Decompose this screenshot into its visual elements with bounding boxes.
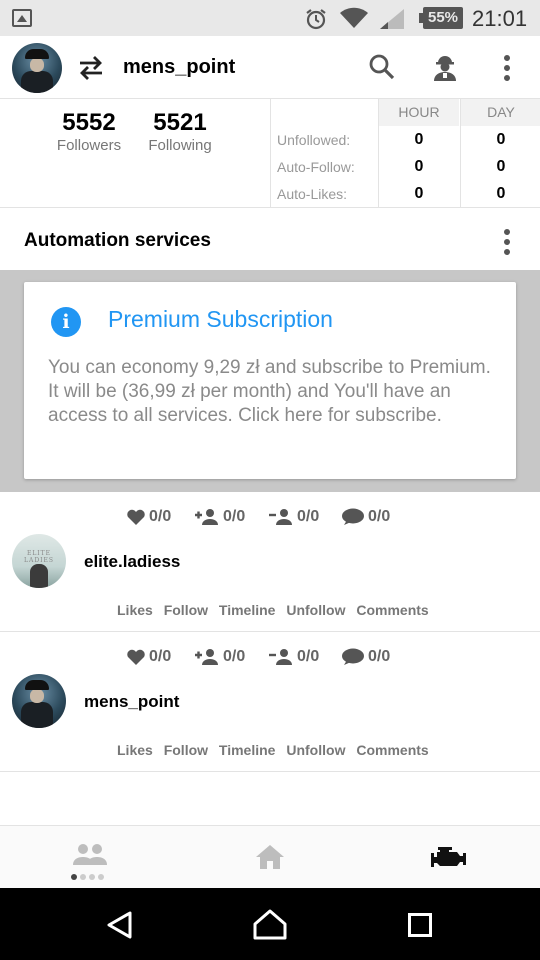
unfollow-link[interactable]: Unfollow	[286, 602, 345, 618]
following-count: 5521	[153, 109, 207, 136]
row-label-auto-likes: Auto-Likes:	[277, 186, 348, 202]
add-person-icon	[195, 509, 218, 525]
comments-value: 0/0	[368, 648, 391, 665]
remove-person-icon	[269, 509, 292, 525]
timeline-link[interactable]: Timeline	[219, 742, 276, 758]
auto-likes-hour: 0	[414, 185, 424, 202]
account-avatar[interactable]: ELITE LADIES	[12, 534, 66, 588]
following-label: Following	[148, 137, 212, 154]
follow-value: 0/0	[223, 508, 246, 525]
account-actions: Likes Follow Timeline Unfollow Comments	[117, 742, 436, 758]
unfollow-count: 0/0	[268, 646, 319, 668]
status-time: 21:01	[472, 6, 528, 31]
home-icon[interactable]	[255, 844, 285, 870]
account-username: mens_point	[84, 692, 180, 711]
swap-icon[interactable]	[76, 54, 106, 82]
follow-count: 0/0	[194, 646, 245, 668]
unfollow-value: 0/0	[297, 648, 320, 665]
unfollow-value: 0/0	[297, 508, 320, 525]
follow-link[interactable]: Follow	[164, 742, 208, 758]
comment-icon	[342, 648, 364, 665]
system-nav-bar	[0, 888, 540, 960]
comments-count: 0/0	[341, 646, 390, 668]
likes-value: 0/0	[149, 508, 172, 525]
likes-count: 0/0	[126, 646, 171, 668]
likes-link[interactable]: Likes	[117, 602, 153, 618]
automation-header: Automation services	[0, 208, 540, 270]
account-actions: Likes Follow Timeline Unfollow Comments	[117, 602, 436, 618]
home-button-icon[interactable]	[252, 908, 288, 940]
people-icon[interactable]	[72, 843, 108, 867]
recent-apps-icon[interactable]	[408, 913, 432, 937]
row-label-unfollowed: Unfollowed:	[277, 132, 351, 148]
alarm-icon	[306, 9, 326, 30]
automation-title: Automation services	[24, 230, 211, 251]
unfollow-count: 0/0	[268, 506, 319, 528]
follow-count: 0/0	[194, 506, 245, 528]
bottom-nav	[0, 825, 540, 888]
heart-icon	[127, 509, 145, 525]
likes-value: 0/0	[149, 648, 172, 665]
account-row: 0/0 0/0 0/0 0/0 ELITE LADIES elite.ladie…	[0, 492, 540, 632]
likes-link[interactable]: Likes	[117, 742, 153, 758]
account-counts: 0/0 0/0 0/0 0/0	[0, 506, 540, 528]
battery-indicator: 55%	[419, 7, 463, 29]
comments-count: 0/0	[341, 506, 390, 528]
worker-icon[interactable]	[430, 52, 460, 82]
comments-link[interactable]: Comments	[356, 602, 428, 618]
wifi-icon	[340, 7, 368, 28]
unfollowed-hour: 0	[414, 131, 424, 148]
automation-more-icon[interactable]	[500, 227, 514, 257]
comment-icon	[342, 508, 364, 525]
signal-icon	[380, 9, 404, 29]
row-label-auto-follow: Auto-Follow:	[277, 159, 355, 175]
auto-follow-hour: 0	[414, 158, 424, 175]
comments-value: 0/0	[368, 508, 391, 525]
status-bar: 55% 21:01	[0, 0, 540, 36]
profile-avatar[interactable]	[12, 43, 62, 93]
account-counts: 0/0 0/0 0/0 0/0	[0, 646, 540, 668]
premium-text: You can economy 9,29 zł and subscribe to…	[48, 357, 491, 426]
premium-band: i Premium Subscription You can economy 9…	[0, 270, 540, 492]
followers-label: Followers	[56, 137, 122, 154]
followers-count: 5552	[62, 109, 116, 136]
follow-link[interactable]: Follow	[164, 602, 208, 618]
account-avatar[interactable]	[12, 674, 66, 728]
heart-icon	[127, 649, 145, 665]
premium-title: Premium Subscription	[108, 306, 333, 332]
page-indicator	[71, 874, 104, 880]
unfollow-link[interactable]: Unfollow	[286, 742, 345, 758]
column-header-hour: HOUR	[379, 99, 459, 126]
timeline-link[interactable]: Timeline	[219, 602, 276, 618]
account-username: mens_point	[123, 56, 236, 78]
follow-value: 0/0	[223, 648, 246, 665]
avatar-logo-text: ELITE LADIES	[24, 550, 54, 564]
search-icon[interactable]	[368, 53, 396, 81]
info-icon: i	[51, 307, 81, 337]
gallery-notification-icon	[12, 9, 32, 27]
auto-likes-day: 0	[496, 185, 506, 202]
auto-follow-day: 0	[496, 158, 506, 175]
account-username: elite.ladiess	[84, 552, 181, 571]
engine-icon[interactable]	[430, 844, 468, 870]
comments-link[interactable]: Comments	[356, 742, 428, 758]
add-person-icon	[195, 649, 218, 665]
account-row: 0/0 0/0 0/0 0/0 mens_point Likes Follow …	[0, 632, 540, 772]
stats-divider	[270, 99, 271, 207]
premium-card[interactable]: i Premium Subscription You can economy 9…	[24, 282, 516, 479]
back-icon[interactable]	[105, 910, 135, 940]
more-vert-icon[interactable]	[500, 53, 514, 83]
app-bar: mens_point	[0, 36, 540, 99]
likes-count: 0/0	[126, 506, 171, 528]
column-header-day: DAY	[461, 99, 540, 126]
remove-person-icon	[269, 649, 292, 665]
stats-panel: 5552 Followers 5521 Following HOUR DAY U…	[0, 99, 540, 208]
unfollowed-day: 0	[496, 131, 506, 148]
